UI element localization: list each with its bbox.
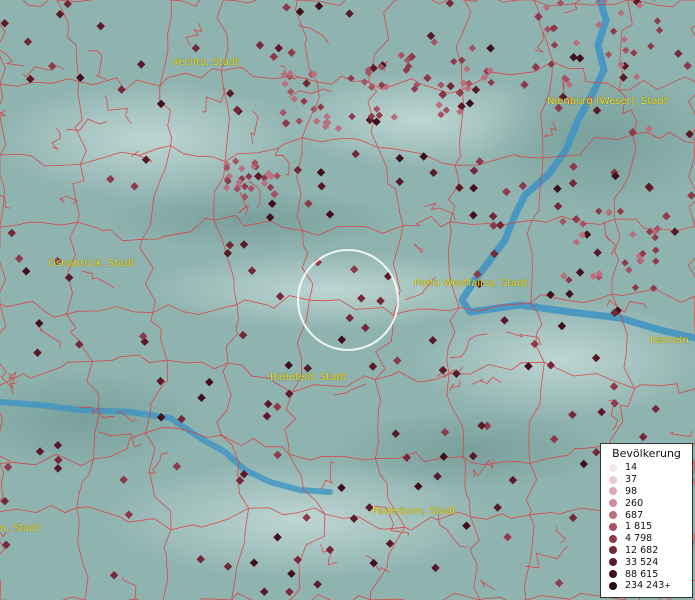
- legend-label: 260: [625, 497, 644, 509]
- city-label-bielefeld: Bielefeld, Stadt: [270, 372, 347, 383]
- legend-item: 88 615: [605, 568, 688, 580]
- legend-label: 37: [625, 474, 638, 486]
- legend-swatch: [609, 475, 617, 484]
- legend-item: 1 815: [605, 521, 688, 533]
- legend-swatch: [609, 487, 617, 496]
- legend-label: 14: [625, 462, 638, 474]
- city-label-vechta: Vechta, Stadt: [172, 57, 240, 68]
- legend-swatch: [609, 581, 617, 590]
- legend-swatch: [609, 511, 617, 520]
- city-label-hameln: Hameln: [650, 335, 689, 346]
- population-legend: Bevölkerung 14 37 98 260 687 1 815 4 798 12 682…: [600, 443, 693, 598]
- legend-label: 12 682: [625, 544, 659, 556]
- legend-label: 33 524: [625, 556, 659, 568]
- legend-label: 234 243: [625, 580, 665, 592]
- legend-label: 98: [625, 485, 638, 497]
- legend-item: 14: [605, 462, 688, 474]
- legend-item: 260: [605, 497, 688, 509]
- legend-swatch: [609, 570, 617, 579]
- city-label-paderborn: Paderborn, Stadt: [372, 506, 457, 517]
- legend-item: 98: [605, 486, 688, 498]
- map-canvas[interactable]: [0, 0, 695, 600]
- legend-label: 687: [625, 509, 644, 521]
- city-label-nienburg: Nienburg (Weser), Stadt: [547, 96, 668, 107]
- legend-swatch: [609, 534, 617, 543]
- legend-title: Bevölkerung: [612, 447, 681, 460]
- legend-item: 4 798: [605, 533, 688, 545]
- legend-swatch: [609, 499, 617, 508]
- legend-item: 12 682: [605, 545, 688, 557]
- legend-swatch: [609, 463, 617, 472]
- legend-item: 37: [605, 474, 688, 486]
- legend-suffix: +: [664, 581, 671, 591]
- city-label-osnabrueck: Osnabrück, Stadt: [48, 258, 135, 269]
- legend-label: 4 798: [625, 533, 653, 545]
- city-label-partial: n, Stadt: [0, 523, 40, 534]
- legend-label: 88 615: [625, 568, 659, 580]
- legend-item: 33 524: [605, 556, 688, 568]
- city-label-porta-westfalica: Porta Westfalica, Stadt: [414, 278, 528, 289]
- legend-swatch: [609, 522, 617, 531]
- legend-swatch: [609, 546, 617, 555]
- legend-label: 1 815: [625, 521, 653, 533]
- legend-item: 234 243 +: [605, 580, 688, 592]
- legend-item: 687: [605, 509, 688, 521]
- legend-swatch: [609, 558, 617, 567]
